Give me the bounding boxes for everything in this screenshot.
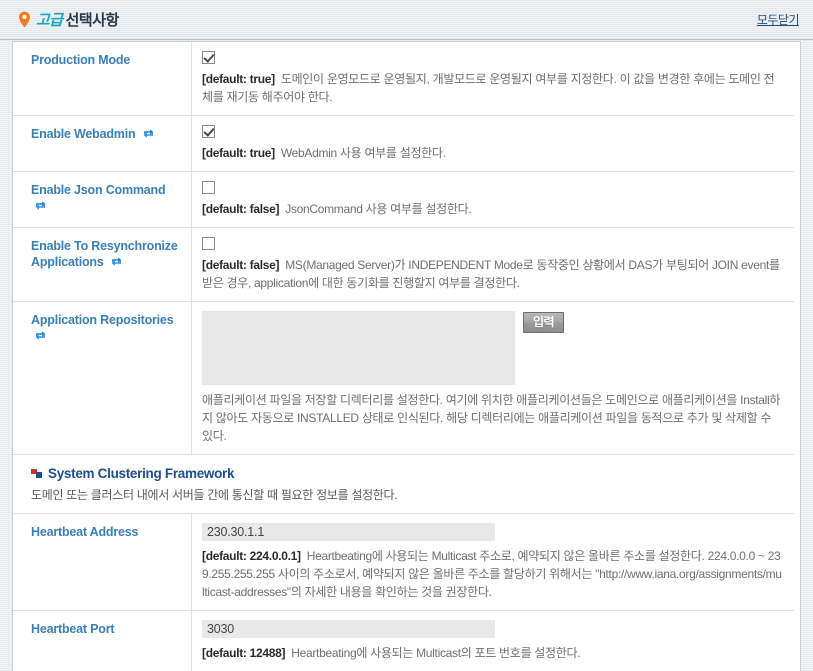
row-description: [default: true] 도메인이 운영모드로 운영될지, 개발모드로 운영… xyxy=(202,70,782,106)
row-label-text: Enable Json Command xyxy=(31,183,166,197)
description-text: Heartbeating에 사용되는 Multicast의 포트 번호를 설정한… xyxy=(291,646,581,660)
row-label: Production Mode xyxy=(13,42,192,115)
production-mode-checkbox[interactable] xyxy=(202,51,215,64)
refresh-icon[interactable] xyxy=(142,127,155,140)
row-heartbeat-port: Heartbeat Port [default: 12488] Heartbeat… xyxy=(13,611,794,671)
default-value-label: [default: 224.0.0.1] xyxy=(202,549,301,563)
row-heartbeat-address: Heartbeat Address [default: 224.0.0.1]He… xyxy=(13,514,794,611)
enable-to-resynchronize-applications-checkbox[interactable] xyxy=(202,237,215,250)
row-label-text: Enable To Resynchronize Applications xyxy=(31,239,178,269)
row-body: 입력 애플리케이션 파일을 저장할 디렉터리를 설정한다. 여기에 위치한 애플… xyxy=(192,302,794,454)
location-pin-icon xyxy=(19,11,30,28)
close-all-link[interactable]: 모두닫기 xyxy=(757,11,800,28)
description-text: 도메인이 운영모드로 운영될지, 개발모드로 운영될지 여부를 지정한다. 이 … xyxy=(202,72,775,104)
row-body: [default: false] MS(Managed Server)가 INDE… xyxy=(192,228,794,301)
refresh-icon[interactable] xyxy=(34,199,47,212)
description-text: JsonCommand 사용 여부를 설정한다. xyxy=(285,202,472,216)
row-enable-to-resynchronize-applications: Enable To Resynchronize Applications [de… xyxy=(13,228,794,302)
refresh-icon[interactable] xyxy=(110,255,123,268)
row-body: [default: false] JsonCommand 사용 여부를 설정한다. xyxy=(192,172,794,227)
description-text: 애플리케이션 파일을 저장할 디렉터리를 설정한다. 여기에 위치한 애플리케이… xyxy=(202,393,781,443)
refresh-icon[interactable] xyxy=(34,329,47,342)
section-title-text: System Clustering Framework xyxy=(48,466,235,481)
row-body: [default: true] 도메인이 운영모드로 운영될지, 개발모드로 운영… xyxy=(192,42,794,115)
default-value-label: [default: false] xyxy=(202,202,280,216)
row-description: 애플리케이션 파일을 저장할 디렉터리를 설정한다. 여기에 위치한 애플리케이… xyxy=(202,391,782,445)
advanced-options-panel: 고급 선택사항 모두닫기 Production Mode [default: t… xyxy=(0,0,813,671)
row-label-text: Production Mode xyxy=(31,53,131,67)
row-body: [default: true] WebAdmin 사용 여부를 설정한다. xyxy=(192,116,794,171)
row-body: [default: 12488] Heartbeating에 사용되는 Multi… xyxy=(192,611,794,671)
row-description: [default: 12488] Heartbeating에 사용되는 Multi… xyxy=(202,644,782,662)
row-label: Application Repositories xyxy=(13,302,192,454)
page-title: 선택사항 xyxy=(65,12,120,29)
section-description: 도메인 또는 클러스터 내에서 서버들 간에 통신할 때 필요한 정보를 설정한… xyxy=(31,488,398,502)
row-label: Heartbeat Address xyxy=(13,514,192,610)
options-card: Production Mode [default: true] 도메인이 운영모드… xyxy=(12,41,801,671)
row-label-text: Heartbeat Address xyxy=(31,525,139,539)
application-repositories-textarea[interactable] xyxy=(202,311,515,385)
application-repositories-submit-button[interactable]: 입력 xyxy=(523,312,565,333)
row-label: Heartbeat Port xyxy=(13,611,192,671)
row-label: Enable Json Command xyxy=(13,172,192,227)
row-description: [default: false] MS(Managed Server)가 INDE… xyxy=(202,256,782,292)
row-description: [default: true] WebAdmin 사용 여부를 설정한다. xyxy=(202,144,782,162)
row-enable-json-command: Enable Json Command [default: false] Json… xyxy=(13,172,794,228)
heartbeat-port-input[interactable] xyxy=(202,620,495,638)
enable-json-command-checkbox[interactable] xyxy=(202,181,215,194)
description-text: WebAdmin 사용 여부를 설정한다. xyxy=(280,146,446,160)
default-value-label: [default: 12488] xyxy=(202,646,286,660)
section-title: System Clustering Framework xyxy=(31,466,776,481)
cluster-icon xyxy=(31,469,42,478)
row-description: [default: 224.0.0.1] Heartbeating에 사용되는 M… xyxy=(202,547,782,601)
row-body: [default: 224.0.0.1]Heartbeating에 사용되는 M… xyxy=(192,514,794,610)
heartbeat-address-input[interactable] xyxy=(202,523,495,541)
row-label-text: Enable Webadmin xyxy=(31,127,136,141)
row-production-mode: Production Mode [default: true] 도메인이 운영모드… xyxy=(13,42,794,116)
header-keyword: 고급 xyxy=(36,12,63,29)
row-application-repositories: Application Repositories 입력 애플리케이션 파일을 저… xyxy=(13,302,794,455)
default-value-label: [default: true] xyxy=(202,72,275,86)
panel-header: 고급 선택사항 모두닫기 xyxy=(0,0,813,40)
row-enable-webadmin: Enable Webadmin [default: true] WebAdmin … xyxy=(13,116,794,172)
row-label-text: Application Repositories xyxy=(31,313,174,327)
row-label-text: Heartbeat Port xyxy=(31,622,115,636)
application-repositories-editor: 입력 xyxy=(202,311,782,385)
row-label: Enable Webadmin xyxy=(13,116,192,171)
description-text: MS(Managed Server)가 INDEPENDENT Mode로 동작… xyxy=(202,258,780,290)
row-description: [default: false] JsonCommand 사용 여부를 설정한다. xyxy=(202,200,782,218)
options-list: Production Mode [default: true] 도메인이 운영모드… xyxy=(13,42,800,671)
enable-webadmin-checkbox[interactable] xyxy=(202,125,215,138)
row-label: Enable To Resynchronize Applications xyxy=(13,228,192,301)
default-value-label: [default: false] xyxy=(202,258,280,272)
section-system-clustering-framework: System Clustering Framework 도메인 또는 클러스터 … xyxy=(13,455,794,514)
default-value-label: [default: true] xyxy=(202,146,275,160)
